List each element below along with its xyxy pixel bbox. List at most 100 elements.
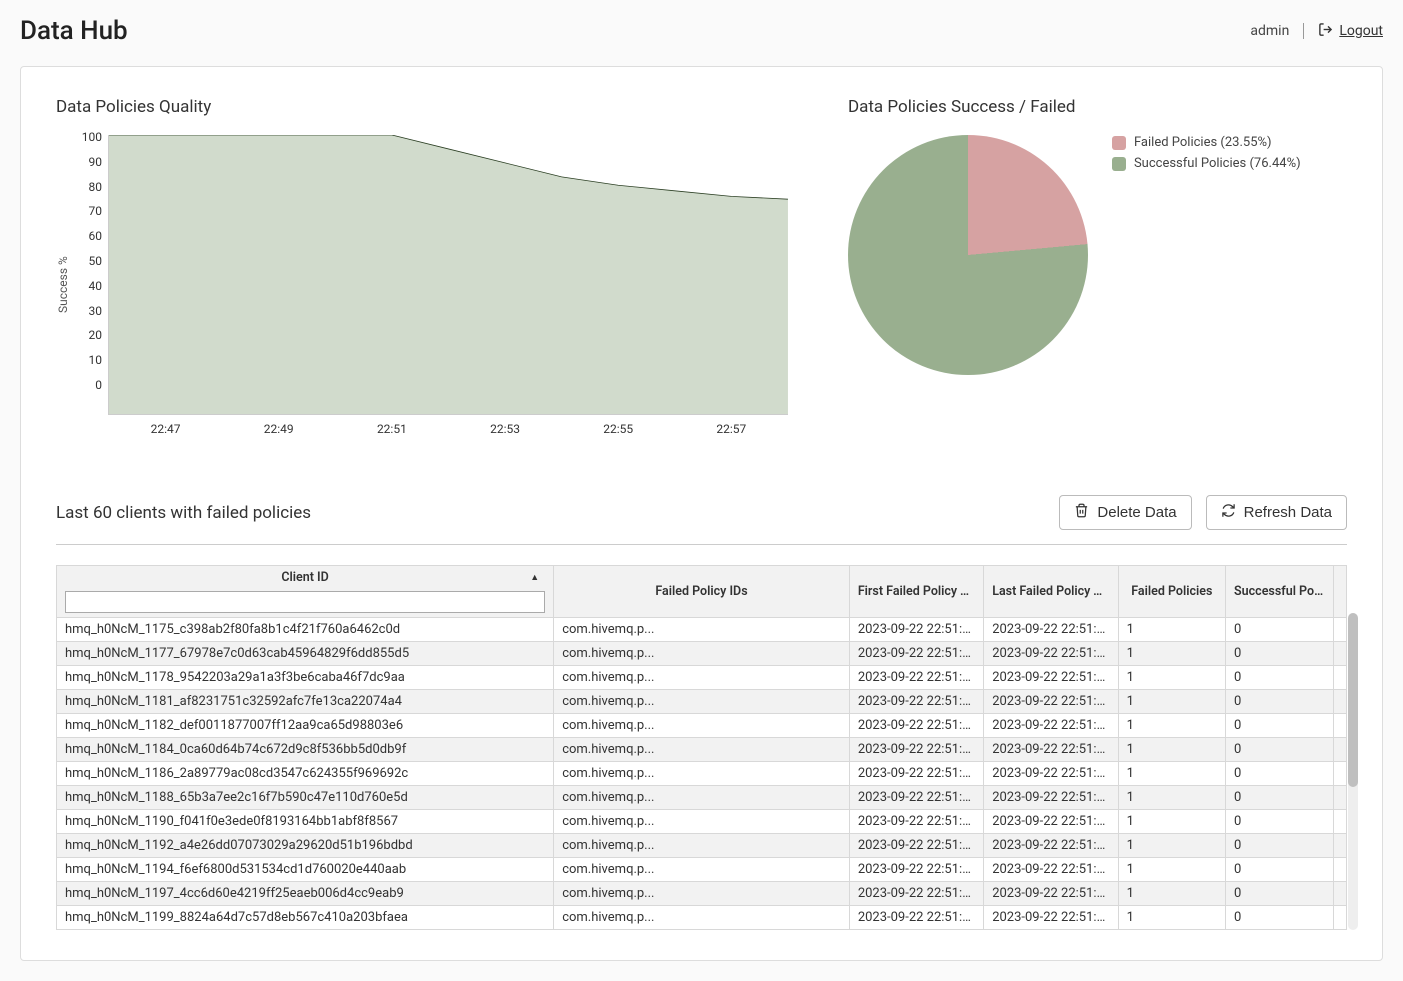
cell-failed: 1 [1118,618,1225,642]
legend-label: Failed Policies (23.55%) [1134,135,1272,150]
cell-success: 0 [1226,858,1333,882]
area-chart-svg [109,135,788,414]
cell-last-ts: 2023-09-22 22:51:32 [984,714,1118,738]
col-client-id-label: Client ID [281,570,328,585]
cell-policy-ids: com.hivemq.p... [554,786,850,810]
logout-link[interactable]: Logout [1318,22,1383,41]
y-tick: 80 [72,181,102,193]
col-success-count[interactable]: Successful Policies [1226,566,1333,618]
cell-success: 0 [1226,714,1333,738]
cell-client-id: hmq_h0NcM_1181_af8231751c32592afc7fe13ca… [57,690,554,714]
refresh-data-label: Refresh Data [1244,504,1332,521]
col-spacer [1333,566,1346,618]
table-row[interactable]: hmq_h0NcM_1197_4cc6d60e4219ff25eaeb006d4… [57,882,1347,906]
x-tick: 22:51 [335,422,448,436]
col-failed-policy-ids-label: Failed Policy IDs [655,584,747,599]
cell-first-ts: 2023-09-22 22:51:34 [849,786,983,810]
area-chart: Success % 1009080706050403020100 22:4722… [56,135,788,415]
cell-spacer [1333,618,1346,642]
legend-item[interactable]: Successful Policies (76.44%) [1112,156,1301,171]
col-failed-policy-ids[interactable]: Failed Policy IDs [554,566,850,618]
cell-last-ts: 2023-09-22 22:51:37 [984,906,1118,930]
cell-policy-ids: com.hivemq.p... [554,690,850,714]
failed-policies-table: Client ID ▲ Failed Policy IDs First Fail… [56,565,1347,930]
cell-last-ts: 2023-09-22 22:51:33 [984,738,1118,762]
client-id-filter-input[interactable] [65,591,545,613]
cell-success: 0 [1226,666,1333,690]
cell-spacer [1333,714,1346,738]
cell-client-id: hmq_h0NcM_1175_c398ab2f80fa8b1c4f21f760a… [57,618,554,642]
cell-last-ts: 2023-09-22 22:51:30 [984,642,1118,666]
table-row[interactable]: hmq_h0NcM_1184_0ca60d64b74c672d9c8f536bb… [57,738,1347,762]
table-row[interactable]: hmq_h0NcM_1190_f041f0e3ede0f8193164bb1ab… [57,810,1347,834]
table-row[interactable]: hmq_h0NcM_1177_67978e7c0d63cab45964829f6… [57,642,1347,666]
table-row[interactable]: hmq_h0NcM_1199_8824a64d7c57d8eb567c410a2… [57,906,1347,930]
cell-spacer [1333,834,1346,858]
cell-client-id: hmq_h0NcM_1184_0ca60d64b74c672d9c8f536bb… [57,738,554,762]
cell-success: 0 [1226,618,1333,642]
y-tick: 90 [72,156,102,168]
table-title: Last 60 clients with failed policies [56,503,311,523]
table-row[interactable]: hmq_h0NcM_1181_af8231751c32592afc7fe13ca… [57,690,1347,714]
cell-client-id: hmq_h0NcM_1199_8824a64d7c57d8eb567c410a2… [57,906,554,930]
cell-failed: 1 [1118,738,1225,762]
table-scrollbar[interactable] [1348,613,1358,930]
pie-chart [848,135,1088,375]
cell-spacer [1333,666,1346,690]
y-tick: 100 [72,131,102,143]
trash-icon [1074,503,1089,522]
y-tick: 50 [72,255,102,267]
cell-spacer [1333,738,1346,762]
cell-spacer [1333,690,1346,714]
col-failed-count[interactable]: Failed Policies [1118,566,1225,618]
legend-item[interactable]: Failed Policies (23.55%) [1112,135,1301,150]
col-success-count-label: Successful Policies [1234,584,1333,599]
table-row[interactable]: hmq_h0NcM_1188_65b3a7ee2c16f7b590c47e110… [57,786,1347,810]
scrollbar-thumb[interactable] [1348,613,1358,787]
col-first-failed[interactable]: First Failed Policy Timestamp [849,566,983,618]
y-axis-label: Success % [56,135,72,415]
cell-policy-ids: com.hivemq.p... [554,834,850,858]
table-row[interactable]: hmq_h0NcM_1182_def0011877007ff12aa9ca65d… [57,714,1347,738]
y-tick: 30 [72,305,102,317]
sort-asc-icon: ▲ [530,572,539,583]
cell-client-id: hmq_h0NcM_1194_f6ef6800d531534cd1d760020… [57,858,554,882]
y-tick: 40 [72,280,102,292]
y-tick: 60 [72,230,102,242]
cell-last-ts: 2023-09-22 22:51:35 [984,834,1118,858]
pie-chart-title: Data Policies Success / Failed [848,97,1347,117]
x-tick: 22:53 [448,422,561,436]
cell-client-id: hmq_h0NcM_1178_9542203a29a1a3f3be6caba46… [57,666,554,690]
cell-first-ts: 2023-09-22 22:51:29 [849,618,983,642]
cell-policy-ids: com.hivemq.p... [554,858,850,882]
table-row[interactable]: hmq_h0NcM_1194_f6ef6800d531534cd1d760020… [57,858,1347,882]
table-row[interactable]: hmq_h0NcM_1192_a4e26dd07073029a29620d51b… [57,834,1347,858]
divider [1303,23,1304,39]
delete-data-button[interactable]: Delete Data [1059,495,1191,530]
cell-last-ts: 2023-09-22 22:51:34 [984,786,1118,810]
cell-failed: 1 [1118,690,1225,714]
cell-success: 0 [1226,834,1333,858]
y-tick: 10 [72,354,102,366]
cell-success: 0 [1226,882,1333,906]
refresh-data-button[interactable]: Refresh Data [1206,495,1347,530]
col-last-failed[interactable]: Last Failed Policy Timestamp [984,566,1118,618]
table-row[interactable]: hmq_h0NcM_1175_c398ab2f80fa8b1c4f21f760a… [57,618,1347,642]
col-client-id[interactable]: Client ID ▲ [57,566,554,618]
x-tick: 22:57 [675,422,788,436]
table-row[interactable]: hmq_h0NcM_1178_9542203a29a1a3f3be6caba46… [57,666,1347,690]
cell-policy-ids: com.hivemq.p... [554,642,850,666]
cell-policy-ids: com.hivemq.p... [554,762,850,786]
table-row[interactable]: hmq_h0NcM_1186_2a89779ac08cd3547c624355f… [57,762,1347,786]
area-chart-title: Data Policies Quality [56,97,788,117]
cell-first-ts: 2023-09-22 22:51:30 [849,642,983,666]
legend-swatch [1112,136,1126,150]
logout-icon [1318,22,1333,41]
cell-success: 0 [1226,762,1333,786]
y-tick: 20 [72,329,102,341]
cell-failed: 1 [1118,762,1225,786]
cell-policy-ids: com.hivemq.p... [554,666,850,690]
pie-legend: Failed Policies (23.55%) Successful Polic… [1112,135,1301,177]
legend-label: Successful Policies (76.44%) [1134,156,1301,171]
cell-client-id: hmq_h0NcM_1188_65b3a7ee2c16f7b590c47e110… [57,786,554,810]
